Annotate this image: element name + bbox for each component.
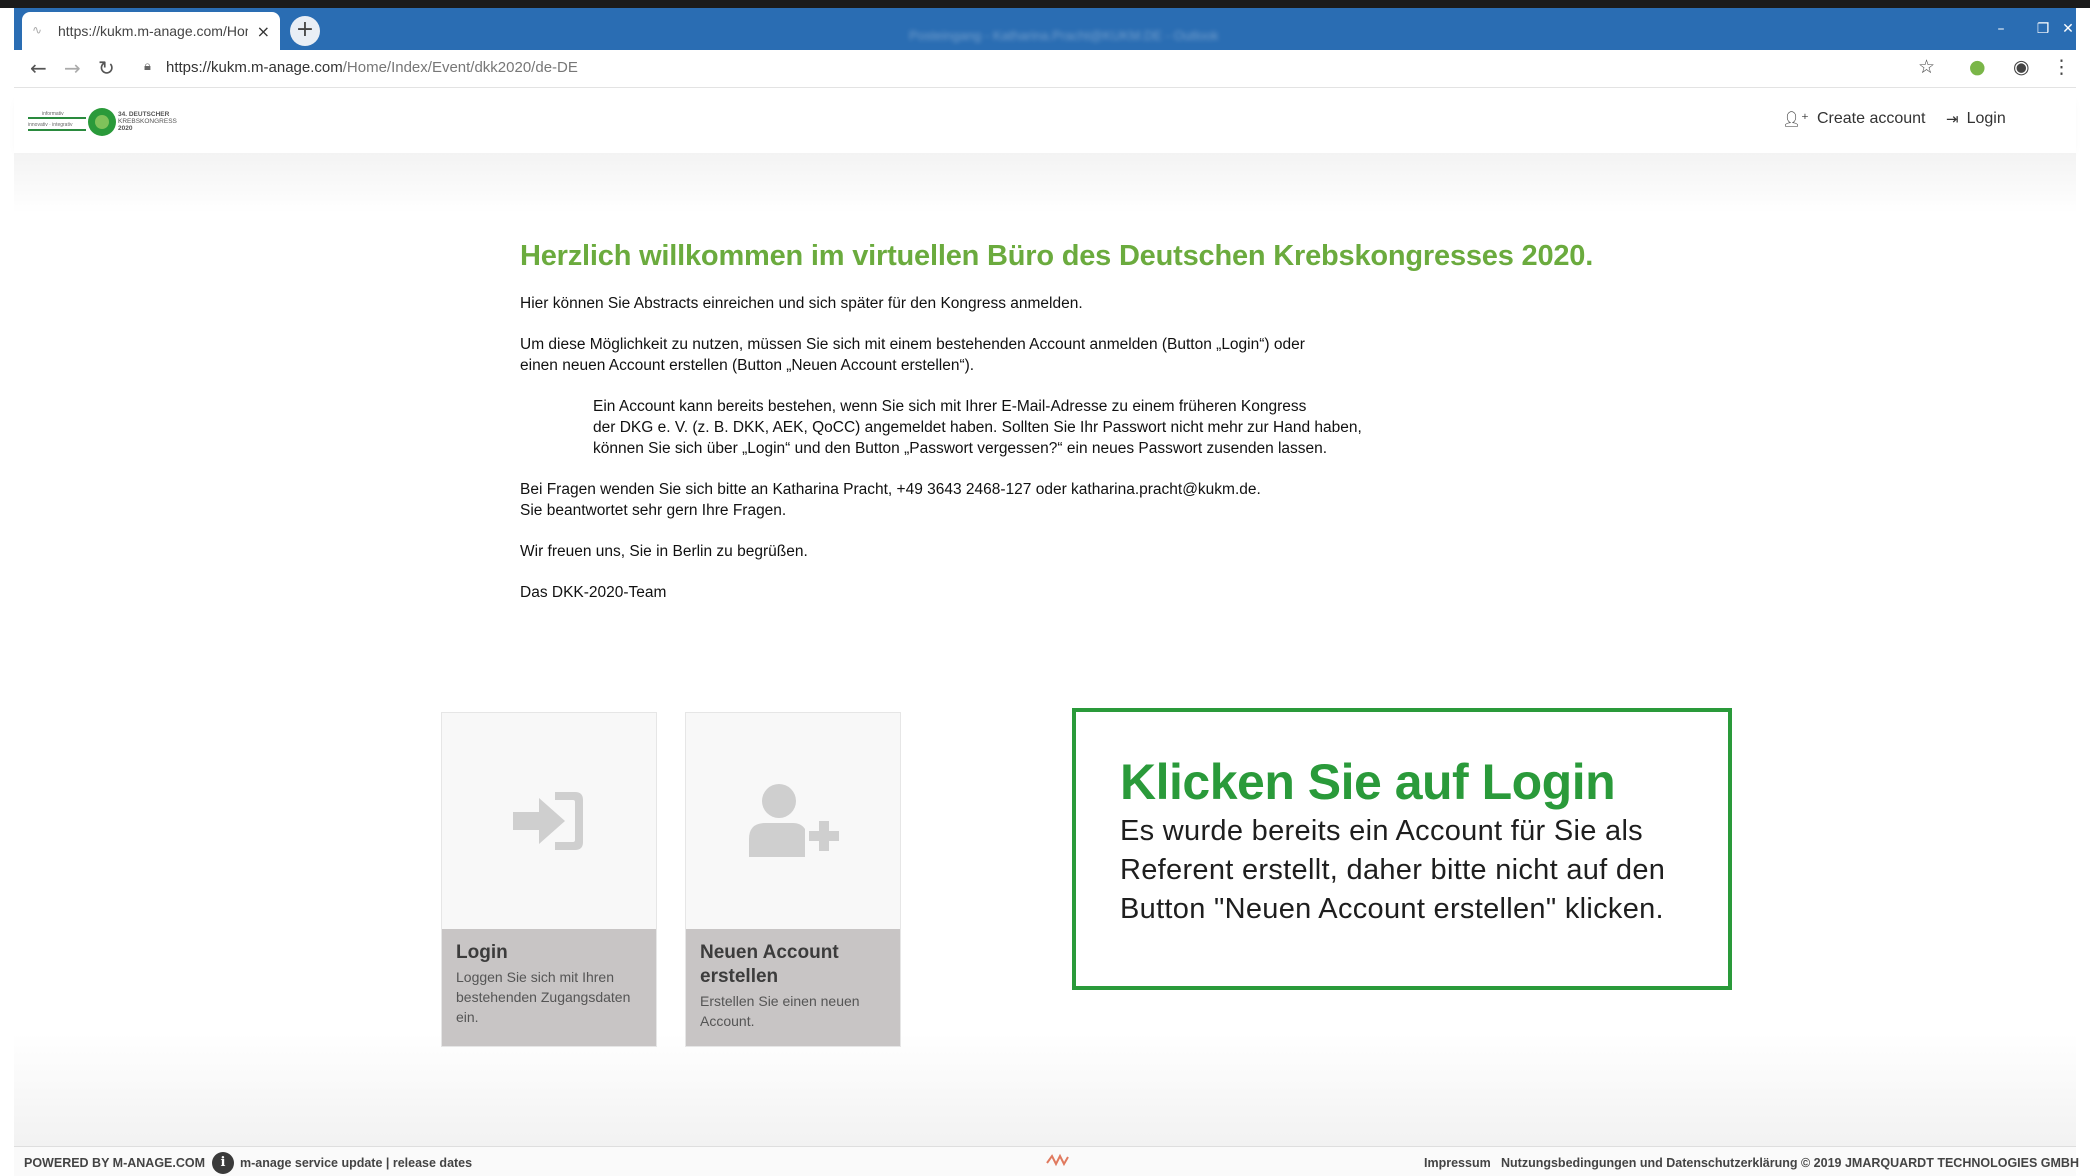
login-link[interactable]: ⇥ Login (1946, 110, 2006, 128)
menu-kebab-icon[interactable]: ⋮ (2052, 56, 2071, 78)
url-domain: https://kukm.m-anage.com (166, 59, 343, 76)
login-tile-desc: Loggen Sie sich mit Ihren bestehenden Zu… (456, 969, 631, 1025)
login-tile-caption: Login Loggen Sie sich mit Ihren bestehen… (442, 929, 656, 1046)
instruction-callout: Klicken Sie auf Login Es wurde bereits e… (1072, 708, 1732, 990)
lock-icon: 🔒︎ (144, 59, 151, 74)
callout-title: Klicken Sie auf Login (1120, 754, 1616, 810)
logo-line3: 2020 (118, 125, 133, 132)
account-note-paragraph: Ein Account kann bereits bestehen, wenn … (593, 398, 1362, 457)
profile-icon[interactable]: ◉ (2013, 56, 2030, 78)
powered-by-link[interactable]: POWERED BY M-ANAGE.COM (24, 1156, 205, 1170)
page-title: Herzlich willkommen im virtuellen Büro d… (520, 240, 1594, 272)
intro-paragraph: Hier können Sie Abstracts einreichen und… (520, 295, 1083, 312)
reload-icon[interactable]: ↻ (98, 56, 115, 80)
sign-in-icon: ⇥ (1946, 110, 1959, 128)
service-update-link[interactable]: m-anage service update | release dates (240, 1156, 472, 1170)
browser-titlebar: Posteingang - Katharina.Pracht@KUKM.DE -… (14, 8, 2076, 50)
svg-text:innovativ · integrativ: innovativ · integrativ (28, 122, 73, 128)
tab-title: https://kukm.m-anage.com/Hom (58, 23, 248, 39)
back-icon[interactable]: ← (30, 56, 47, 80)
extension-icon[interactable]: ● (1969, 56, 1986, 78)
greeting-paragraph: Wir freuen uns, Sie in Berlin zu begrüße… (520, 543, 808, 560)
window-top-border (0, 0, 2090, 8)
sign-in-icon (513, 792, 583, 850)
new-account-tile-caption: Neuen Account erstellen Erstellen Sie ei… (686, 929, 900, 1046)
address-bar: ← → ↻ 🔒︎ https://kukm.m-anage.com/Home/I… (14, 50, 2076, 88)
contact-paragraph: Bei Fragen wenden Sie sich bitte an Kath… (520, 481, 1261, 519)
signature: Das DKK-2020-Team (520, 584, 667, 601)
welcome-section: Herzlich willkommen im virtuellen Büro d… (520, 240, 1620, 603)
new-account-tile-icon-area (686, 713, 900, 929)
create-account-label: Create account (1816, 110, 1926, 127)
new-account-tile-desc: Erstellen Sie einen neuen Account. (700, 993, 860, 1029)
copyright-text: © 2019 JMARQUARDT TECHNOLOGIES GMBH (1801, 1156, 2079, 1170)
tab-favicon-icon: ∿ (32, 23, 43, 37)
create-account-link[interactable]: 👤︎⁺ Create account (1782, 110, 1925, 128)
info-icon[interactable]: i (212, 1152, 234, 1174)
add-user-icon (749, 784, 839, 857)
footer: POWERED BY M-ANAGE.COM i m-anage service… (14, 1146, 2079, 1176)
dkk-logo[interactable]: informativ innovativ · integrativ 34. DE… (28, 107, 188, 137)
logo-line1: 34. DEUTSCHER (118, 111, 170, 118)
close-window-icon[interactable]: ✕ (2046, 18, 2090, 40)
impressum-link[interactable]: Impressum (1424, 1156, 1491, 1170)
login-tile-title: Login (456, 942, 508, 963)
svg-text:informativ: informativ (42, 111, 64, 117)
login-label: Login (1966, 110, 2006, 127)
site-header: informativ innovativ · integrativ 34. DE… (14, 89, 2076, 153)
add-user-icon: 👤︎⁺ (1782, 110, 1809, 128)
window-title: Posteingang - Katharina.Pracht@KUKM.DE -… (909, 28, 1219, 43)
url-field[interactable]: https://kukm.m-anage.com/Home/Index/Even… (166, 59, 578, 76)
terms-link[interactable]: Nutzungsbedingungen und Datenschutzerklä… (1501, 1156, 1798, 1170)
login-tile[interactable]: Login Loggen Sie sich mit Ihren bestehen… (441, 712, 657, 1047)
new-account-tile[interactable]: Neuen Account erstellen Erstellen Sie ei… (685, 712, 901, 1047)
new-account-tile-title: Neuen Account erstellen (700, 942, 839, 987)
tab-close-icon[interactable]: × (257, 22, 270, 41)
login-tile-icon-area (442, 713, 656, 929)
new-tab-button[interactable]: + (290, 16, 320, 46)
logo-line2: KREBSKONGRESS (118, 118, 178, 125)
bookmark-star-icon[interactable]: ☆ (1918, 56, 1935, 78)
url-path: /Home/Index/Event/dkk2020/de-DE (342, 59, 578, 76)
m-anage-logo-icon (1046, 1153, 1069, 1167)
browser-tab[interactable]: ∿ https://kukm.m-anage.com/Hom × (22, 12, 280, 50)
callout-text: Es wurde bereits ein Account für Sie als… (1120, 815, 1666, 925)
forward-icon[interactable]: → (64, 56, 81, 80)
instructions-paragraph: Um diese Möglichkeit zu nutzen, müssen S… (520, 336, 1305, 374)
minimize-icon[interactable]: – (1980, 18, 2022, 40)
